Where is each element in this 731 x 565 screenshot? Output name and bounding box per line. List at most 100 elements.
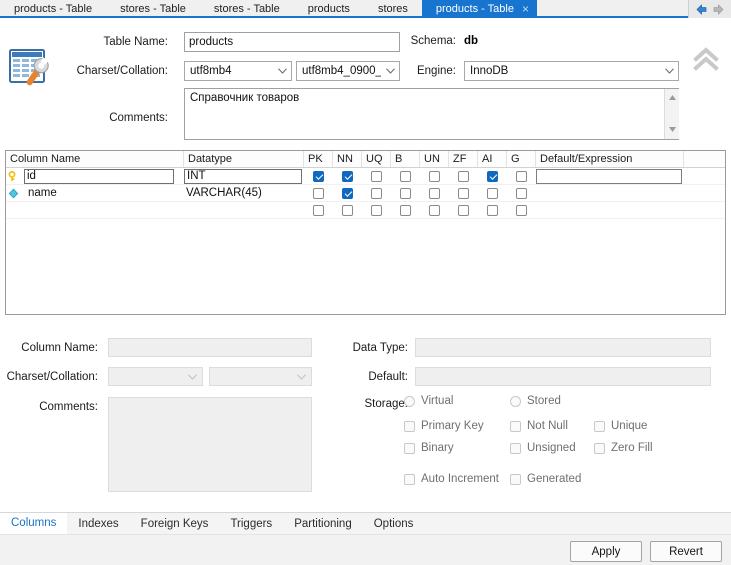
cell-datatype[interactable]: VARCHAR(45)	[184, 185, 304, 202]
grid-header-un[interactable]: UN	[420, 151, 449, 167]
option-primary-key[interactable]: Primary Key	[404, 420, 484, 432]
cell-g[interactable]	[507, 168, 536, 185]
tab-foreign-keys[interactable]: Foreign Keys	[129, 513, 220, 534]
uq-checkbox[interactable]	[371, 187, 382, 199]
cell-pk[interactable]	[304, 202, 333, 219]
cell-zf[interactable]	[449, 185, 478, 202]
g-checkbox[interactable]	[516, 204, 527, 216]
cell-zf[interactable]	[449, 168, 478, 185]
collapse-header-button[interactable]	[691, 47, 721, 73]
cell-ai[interactable]	[478, 202, 507, 219]
cell-datatype[interactable]: INT	[184, 168, 304, 185]
ai-checkbox[interactable]	[487, 187, 498, 199]
checkbox[interactable]	[510, 442, 521, 454]
cell-default-expression[interactable]	[536, 202, 684, 219]
nn-checkbox[interactable]	[342, 170, 353, 182]
tab-triggers[interactable]: Triggers	[219, 513, 284, 534]
cell-b[interactable]	[391, 168, 420, 185]
comments-scrollbar[interactable]	[664, 89, 679, 139]
charset-select[interactable]: utf8mb4	[184, 61, 292, 81]
triangle-up-icon[interactable]	[668, 92, 677, 104]
triangle-down-icon[interactable]	[668, 124, 677, 136]
option-unsigned[interactable]: Unsigned	[510, 442, 576, 454]
cell-zf[interactable]	[449, 202, 478, 219]
table-row[interactable]	[6, 202, 725, 219]
cell-column-name[interactable]	[6, 202, 184, 219]
zf-checkbox[interactable]	[458, 187, 469, 199]
grid-header-b[interactable]: B	[391, 151, 420, 167]
default-expression-input[interactable]	[536, 168, 682, 184]
cell-g[interactable]	[507, 202, 536, 219]
cell-ai[interactable]	[478, 168, 507, 185]
cell-pk[interactable]	[304, 185, 333, 202]
ai-checkbox[interactable]	[487, 170, 498, 182]
option-binary[interactable]: Binary	[404, 442, 454, 454]
detail-column-name-input[interactable]	[108, 338, 312, 357]
collation-select[interactable]: utf8mb4_0900_a	[296, 61, 400, 81]
tab-columns[interactable]: Columns	[0, 513, 68, 534]
detail-data-type-input[interactable]	[415, 338, 711, 357]
grid-header-ai[interactable]: AI	[478, 151, 507, 167]
radio-button[interactable]	[404, 395, 415, 407]
checkbox[interactable]	[594, 420, 605, 432]
b-checkbox[interactable]	[400, 204, 411, 216]
option-virtual[interactable]: Virtual	[404, 395, 453, 407]
uq-checkbox[interactable]	[371, 170, 382, 182]
table-name-input[interactable]: products	[184, 32, 400, 52]
option-auto-increment[interactable]: Auto Increment	[404, 473, 499, 485]
nn-checkbox[interactable]	[342, 204, 353, 216]
option-unique[interactable]: Unique	[594, 420, 647, 432]
g-checkbox[interactable]	[516, 187, 527, 199]
apply-button[interactable]: Apply	[570, 541, 642, 562]
b-checkbox[interactable]	[400, 187, 411, 199]
cell-column-name[interactable]: name	[6, 185, 184, 202]
cell-un[interactable]	[420, 185, 449, 202]
radio-button[interactable]	[510, 395, 521, 407]
grid-header-uq[interactable]: UQ	[362, 151, 391, 167]
option-stored[interactable]: Stored	[510, 395, 561, 407]
cell-nn[interactable]	[333, 185, 362, 202]
cell-uq[interactable]	[362, 185, 391, 202]
cell-b[interactable]	[391, 185, 420, 202]
editor-tab-4[interactable]: stores	[363, 0, 422, 16]
un-checkbox[interactable]	[429, 187, 440, 199]
pk-checkbox[interactable]	[313, 187, 324, 199]
table-row[interactable]: name VARCHAR(45)	[6, 185, 725, 202]
arrow-right-icon[interactable]	[712, 3, 725, 16]
un-checkbox[interactable]	[429, 204, 440, 216]
grid-header-zf[interactable]: ZF	[449, 151, 478, 167]
tab-partitioning[interactable]: Partitioning	[283, 513, 363, 534]
cell-datatype[interactable]	[184, 202, 304, 219]
revert-button[interactable]: Revert	[650, 541, 722, 562]
editor-tab-3[interactable]: products	[293, 0, 364, 16]
cell-b[interactable]	[391, 202, 420, 219]
pk-checkbox[interactable]	[313, 204, 324, 216]
un-checkbox[interactable]	[429, 170, 440, 182]
checkbox[interactable]	[510, 473, 521, 485]
cell-nn[interactable]	[333, 202, 362, 219]
cell-un[interactable]	[420, 202, 449, 219]
arrow-left-icon[interactable]	[695, 3, 708, 16]
cell-uq[interactable]	[362, 168, 391, 185]
option-zero-fill[interactable]: Zero Fill	[594, 442, 653, 454]
table-row[interactable]: id INT	[6, 168, 725, 185]
detail-comments-textarea[interactable]	[108, 397, 312, 492]
engine-select[interactable]: InnoDB	[464, 61, 679, 81]
cell-default-expression[interactable]	[536, 185, 684, 202]
g-checkbox[interactable]	[516, 170, 527, 182]
grid-header-datatype[interactable]: Datatype	[184, 151, 304, 167]
ai-checkbox[interactable]	[487, 204, 498, 216]
editor-tab-1[interactable]: stores - Table	[106, 0, 200, 16]
grid-header-nn[interactable]: NN	[333, 151, 362, 167]
editor-tab-0[interactable]: products - Table	[0, 0, 107, 16]
datatype-text[interactable]: INT	[184, 168, 302, 184]
cell-pk[interactable]	[304, 168, 333, 185]
pk-checkbox[interactable]	[313, 170, 324, 182]
zf-checkbox[interactable]	[458, 170, 469, 182]
cell-un[interactable]	[420, 168, 449, 185]
detail-collation-select[interactable]	[209, 367, 312, 386]
cell-nn[interactable]	[333, 168, 362, 185]
close-icon[interactable]: ×	[522, 3, 529, 15]
comments-textarea[interactable]: Справочник товаров	[184, 88, 679, 140]
checkbox[interactable]	[594, 442, 605, 454]
